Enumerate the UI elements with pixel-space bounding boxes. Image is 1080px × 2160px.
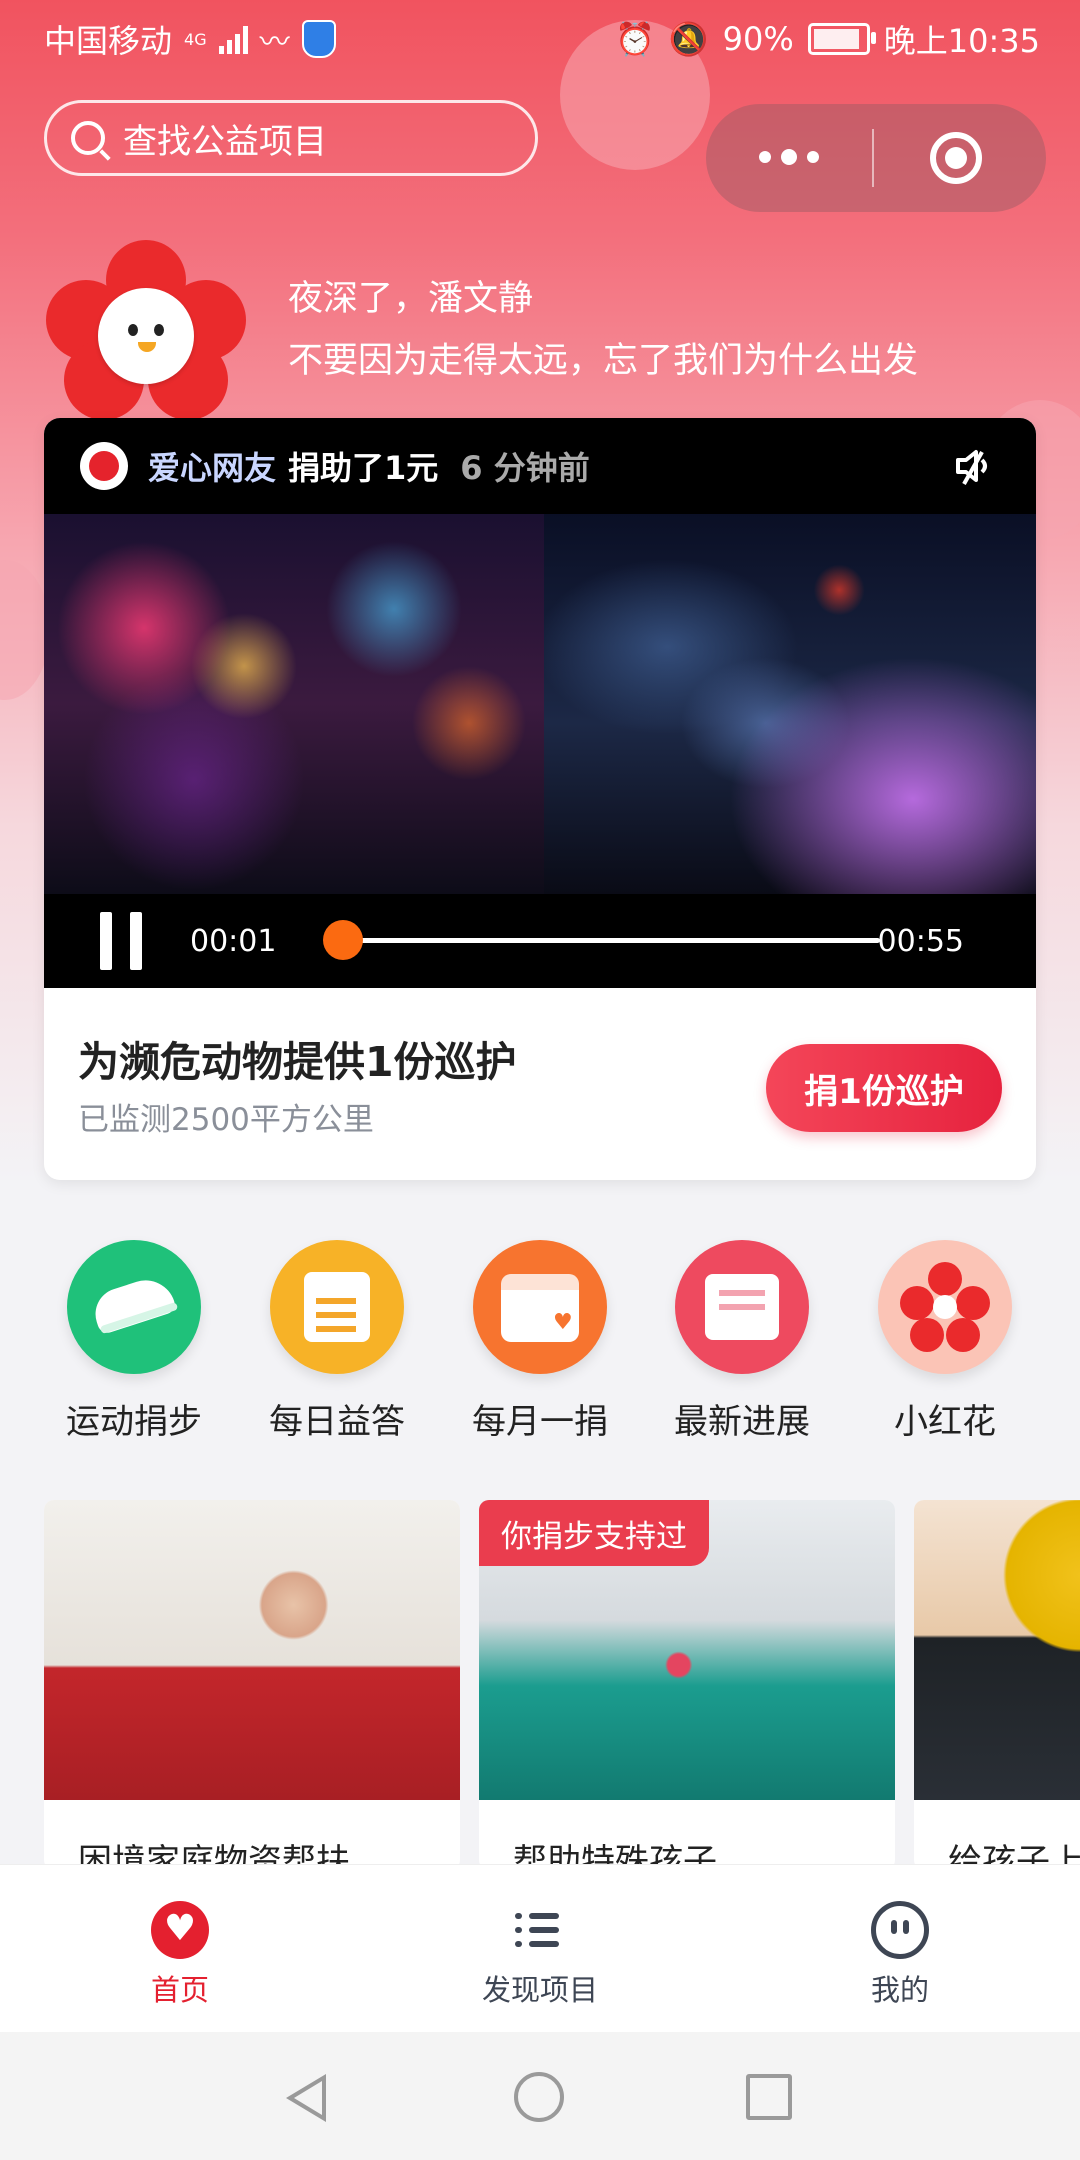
alarm-icon: ⏰ [614, 20, 655, 58]
tab-mine[interactable]: 我的 [800, 1901, 1000, 2009]
inbox-icon [675, 1240, 809, 1374]
mute-bell-icon: 🔕 [668, 20, 709, 58]
shield-icon [301, 20, 336, 58]
donate-button[interactable]: 捐1份巡护 [766, 1044, 1002, 1132]
project-image [44, 1500, 460, 1800]
notepad-icon [270, 1240, 404, 1374]
greeting-text: 夜深了，潘文静 不要因为走得太远，忘了我们为什么出发 [288, 268, 918, 392]
project-carousel[interactable]: 困境家庭物资帮扶 你捐步支持过 帮助特殊孩子 给孩子上 [0, 1500, 1080, 1870]
system-navigation-bar [0, 2032, 1080, 2160]
search-input[interactable]: 查找公益项目 [44, 100, 538, 176]
more-icon[interactable] [706, 149, 872, 165]
red-flower-icon [878, 1240, 1012, 1374]
smiley-profile-icon [871, 1901, 929, 1959]
card-title: 为濒危动物提供1份巡护 [78, 1038, 517, 1086]
total-time: 00:55 [877, 923, 964, 959]
donor-action: 捐助了1元 [288, 449, 439, 487]
greeting-line-2: 不要因为走得太远，忘了我们为什么出发 [288, 341, 919, 381]
donor-avatar [80, 442, 128, 490]
battery-icon [807, 23, 876, 55]
search-icon [71, 121, 105, 155]
quick-action-label: 小红花 [894, 1402, 996, 1442]
project-card[interactable]: 困境家庭物资帮扶 [44, 1500, 460, 1870]
tab-home[interactable]: 首页 [80, 1901, 280, 2009]
quick-action-label: 每月一捐 [472, 1402, 608, 1442]
battery-percent: 90% [722, 20, 794, 58]
tab-discover[interactable]: 发现项目 [440, 1901, 640, 2009]
current-time: 00:01 [190, 923, 277, 959]
project-image [914, 1500, 1080, 1800]
close-miniprogram-icon[interactable] [930, 132, 982, 184]
quick-action-label: 每日益答 [269, 1402, 405, 1442]
quick-actions: 运动捐步 每日益答 每月一捐 最新进展 小红花 [0, 1240, 1080, 1460]
bottom-tab-bar: 首页 发现项目 我的 [0, 1864, 1080, 2033]
card-subtitle: 已监测2500平方公里 [78, 1102, 374, 1138]
capsule-divider [872, 129, 874, 187]
supported-badge: 你捐步支持过 [479, 1500, 709, 1566]
home-heart-icon [151, 1901, 209, 1959]
video-frame-coral [544, 514, 1036, 894]
mute-icon[interactable] [952, 444, 996, 488]
featured-video-card: 爱心网友 捐助了1元 6 分钟前 00:01 00:55 为濒危动物提供1份巡护… [44, 418, 1036, 1180]
project-card[interactable]: 你捐步支持过 帮助特殊孩子 [479, 1500, 895, 1870]
tab-label: 我的 [870, 1973, 929, 2007]
quick-action-step-donate[interactable]: 运动捐步 [44, 1240, 224, 1443]
video-controls: 00:01 00:55 [44, 894, 1036, 988]
quick-action-red-flower[interactable]: 小红花 [855, 1240, 1035, 1443]
back-icon[interactable] [286, 2074, 326, 2122]
greeting-line-1: 夜深了，潘文静 [288, 279, 534, 319]
sneaker-icon [67, 1240, 201, 1374]
clock: 晚上10:35 [883, 22, 1040, 60]
home-circle-icon[interactable] [514, 2072, 564, 2122]
carrier-label: 中国移动 [44, 22, 173, 60]
recents-icon[interactable] [746, 2074, 792, 2120]
status-bar: 中国移动 4G 〰 ⏰ 🔕 90% 晚上10:35 [0, 0, 1080, 74]
tab-label: 首页 [150, 1973, 209, 2007]
quick-action-label: 最新进展 [674, 1402, 810, 1442]
video-frame-city [44, 514, 544, 894]
wifi-icon: 〰 [259, 25, 290, 60]
quick-action-monthly-donate[interactable]: 每月一捐 [450, 1240, 630, 1443]
donation-ticker: 爱心网友 捐助了1元 6 分钟前 [44, 418, 1036, 514]
video-player[interactable]: 爱心网友 捐助了1元 6 分钟前 00:01 00:55 [44, 418, 1036, 988]
miniprogram-capsule [706, 104, 1046, 212]
calendar-icon [473, 1240, 607, 1374]
progress-knob[interactable] [322, 920, 363, 960]
signal-icon [218, 24, 248, 54]
donor-time: 6 分钟前 [460, 449, 590, 487]
quick-action-label: 运动捐步 [66, 1402, 202, 1442]
search-placeholder: 查找公益项目 [123, 121, 327, 162]
mascot-flower [46, 240, 246, 420]
pause-icon[interactable] [98, 912, 144, 970]
network-type: 4G [184, 29, 207, 49]
mascot-face [98, 288, 194, 384]
project-card[interactable]: 给孩子上 [914, 1500, 1080, 1870]
progress-bar[interactable] [322, 920, 880, 960]
donor-name: 爱心网友 [148, 449, 277, 487]
quick-action-latest-progress[interactable]: 最新进展 [652, 1240, 832, 1443]
card-info: 为濒危动物提供1份巡护 已监测2500平方公里 捐1份巡护 [44, 988, 1036, 1180]
quick-action-daily-quiz[interactable]: 每日益答 [247, 1240, 427, 1443]
tab-label: 发现项目 [481, 1973, 598, 2007]
list-icon [511, 1901, 569, 1959]
